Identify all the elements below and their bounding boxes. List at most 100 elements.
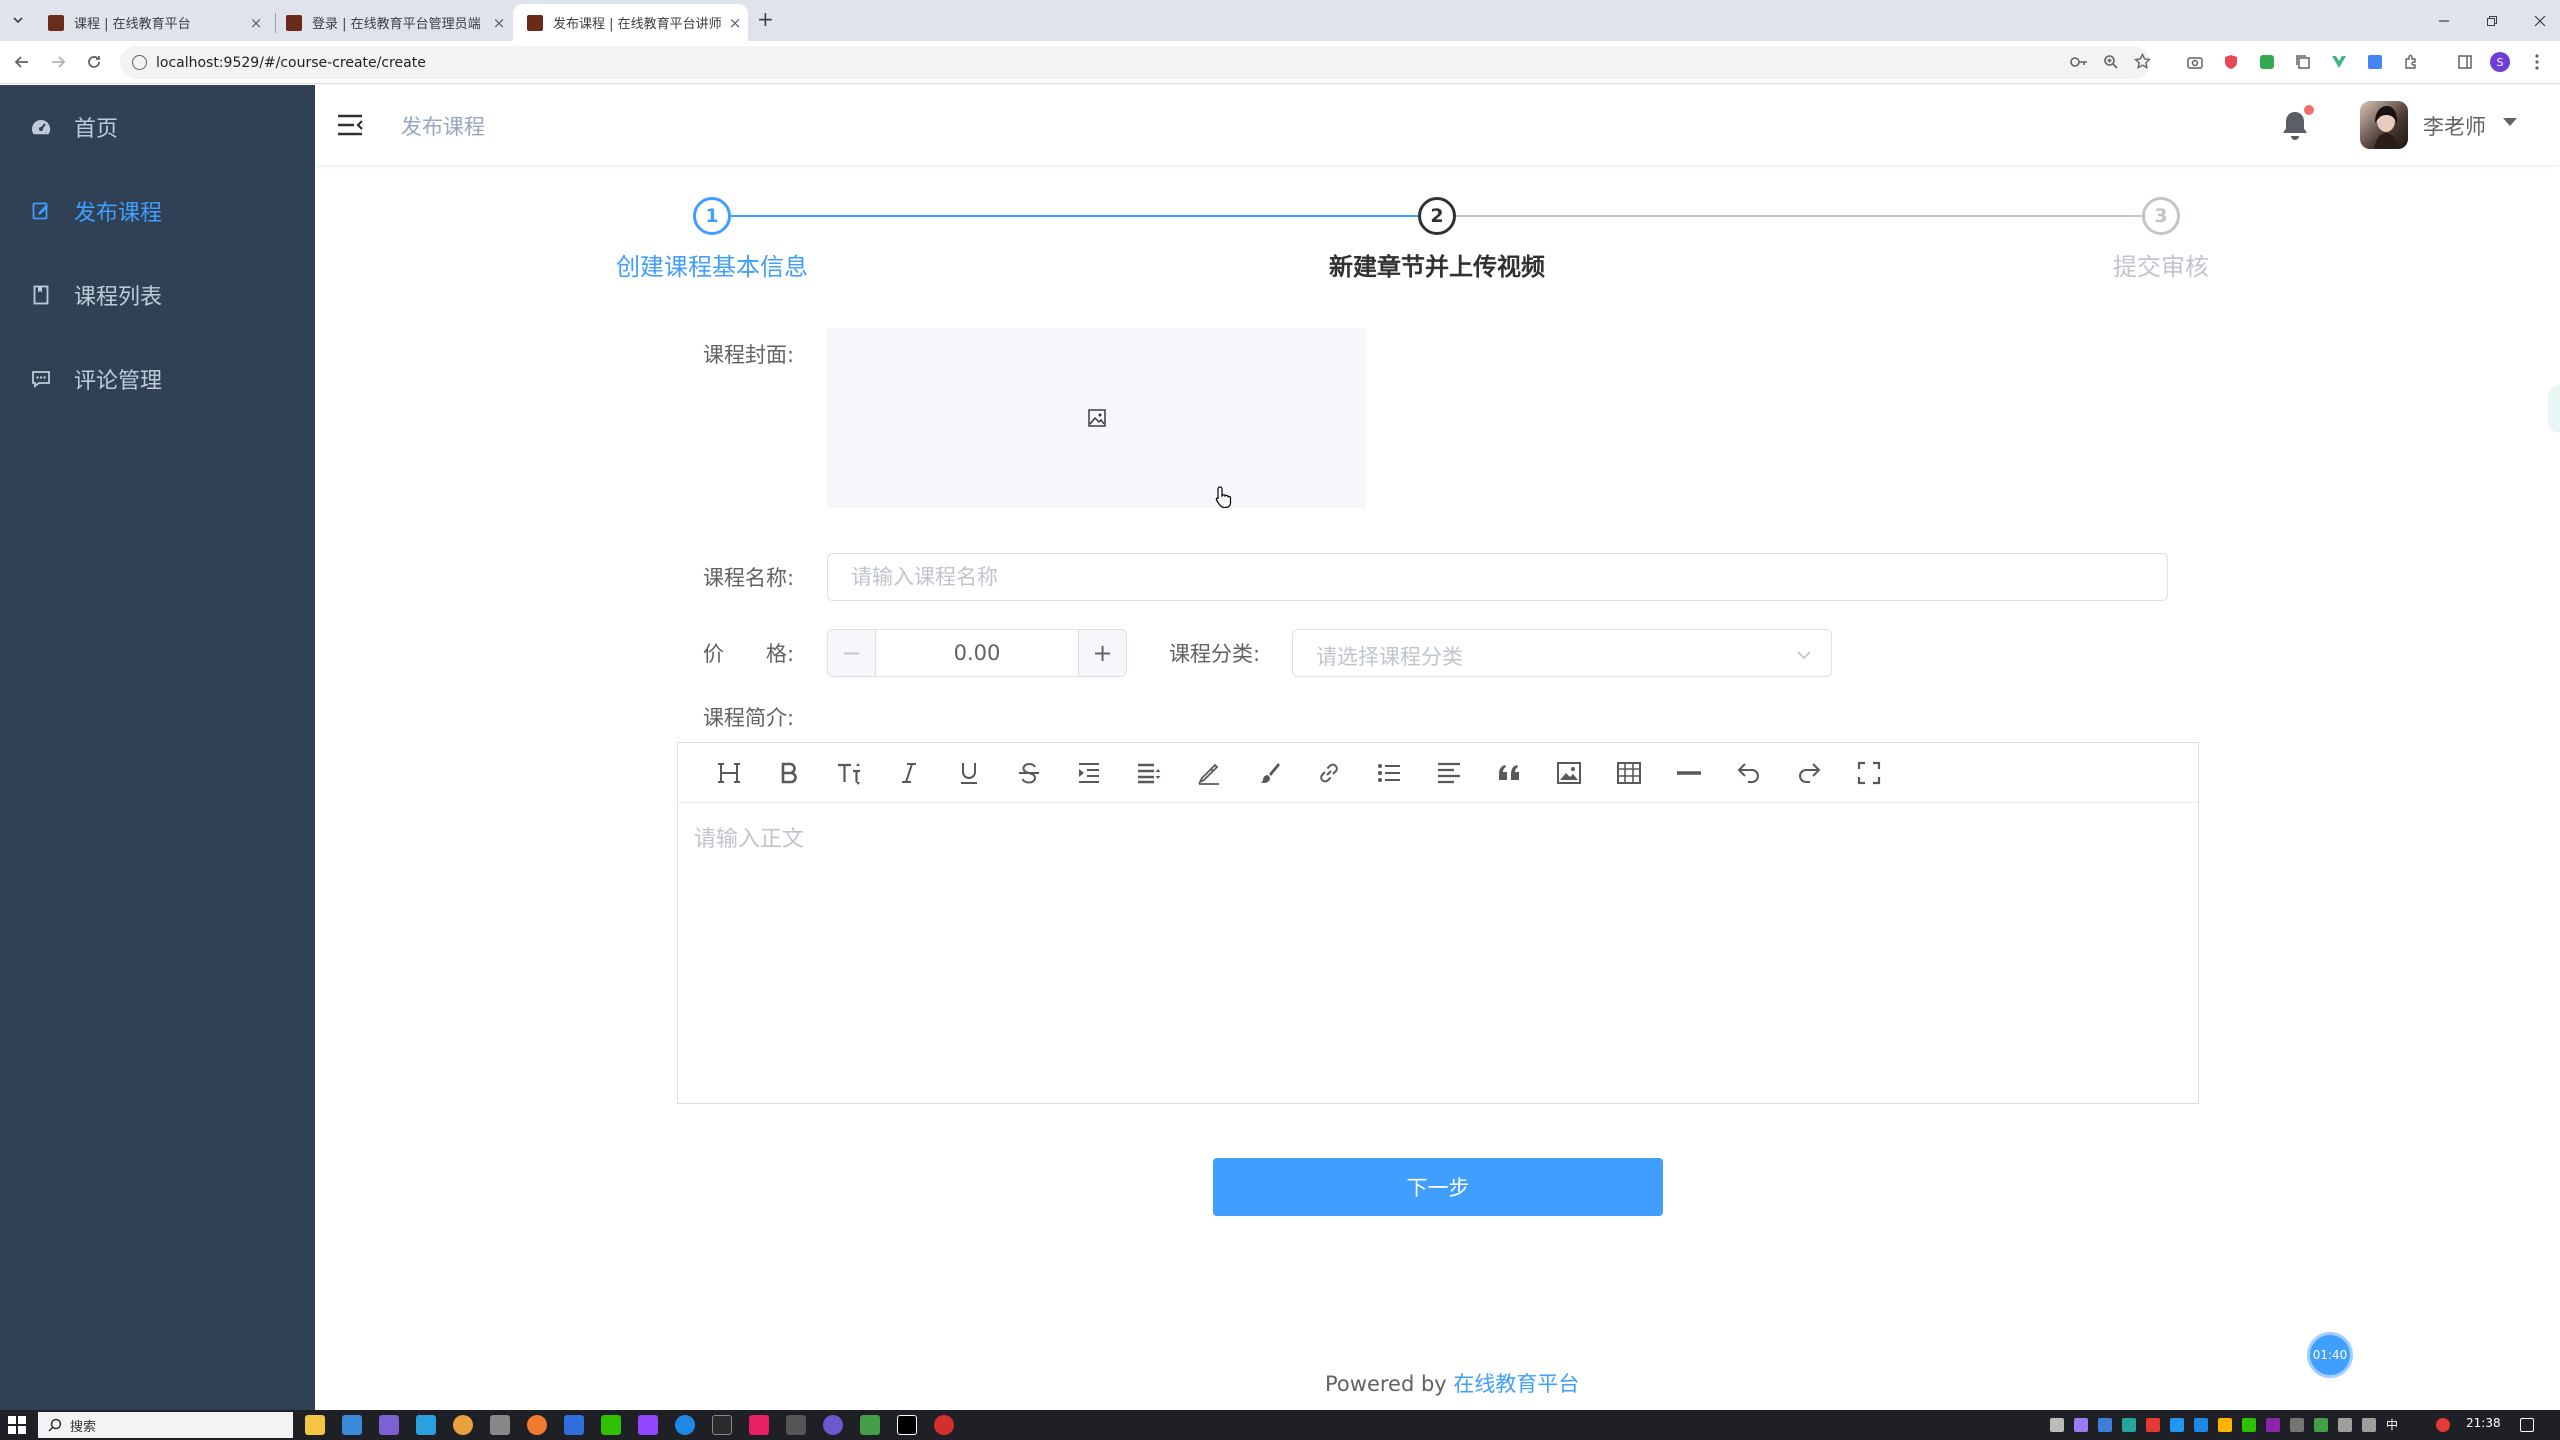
app-icon[interactable] xyxy=(823,1415,843,1435)
tab-close-icon[interactable]: × xyxy=(243,14,269,32)
green-extension-icon[interactable] xyxy=(2257,52,2277,72)
timer-badge[interactable]: 01:40 xyxy=(2307,1332,2353,1378)
font-color-icon[interactable] xyxy=(1179,753,1239,793)
tray-icon[interactable] xyxy=(2266,1418,2280,1432)
image-icon[interactable] xyxy=(1539,753,1599,793)
intellij-icon[interactable] xyxy=(897,1415,917,1435)
app-icon[interactable] xyxy=(416,1415,436,1435)
bold-icon[interactable] xyxy=(759,753,819,793)
file-explorer-icon[interactable] xyxy=(305,1415,325,1435)
app-icon[interactable] xyxy=(786,1415,806,1435)
wechat-icon[interactable] xyxy=(601,1415,621,1435)
tab-close-icon[interactable]: × xyxy=(722,14,748,32)
app-icon[interactable] xyxy=(749,1415,769,1435)
app-icon[interactable] xyxy=(934,1415,954,1435)
forward-icon[interactable] xyxy=(46,50,70,74)
app-icon[interactable] xyxy=(712,1415,732,1435)
footer-link[interactable]: 在线教育平台 xyxy=(1453,1372,1579,1396)
next-step-button[interactable]: 下一步 xyxy=(1213,1158,1663,1216)
notification-bell-icon[interactable] xyxy=(2280,105,2314,143)
zoom-icon[interactable] xyxy=(2103,54,2119,70)
translate-extension-icon[interactable] xyxy=(2365,52,2385,72)
indent-icon[interactable] xyxy=(1059,753,1119,793)
tray-icon[interactable] xyxy=(2218,1418,2232,1432)
sogou-ime-icon[interactable] xyxy=(2436,1418,2450,1432)
reload-icon[interactable] xyxy=(82,50,106,74)
sidebar-toggle-icon[interactable] xyxy=(337,112,363,138)
table-icon[interactable] xyxy=(1599,753,1659,793)
price-increase-button[interactable]: + xyxy=(1078,630,1126,676)
app-icon[interactable] xyxy=(860,1415,880,1435)
copy-extension-icon[interactable] xyxy=(2293,52,2313,72)
app-icon[interactable] xyxy=(564,1415,584,1435)
address-bar[interactable]: localhost:9529/#/course-create/create xyxy=(120,46,2151,79)
price-stepper[interactable]: − 0.00 + xyxy=(827,629,1127,677)
close-window-icon[interactable] xyxy=(2512,0,2560,41)
network-icon[interactable] xyxy=(2338,1418,2352,1432)
browser-tab[interactable]: 登录 | 在线教育平台管理员端 × xyxy=(272,4,512,41)
back-icon[interactable] xyxy=(10,50,34,74)
align-icon[interactable] xyxy=(1419,753,1479,793)
browser-tab[interactable]: 课程 | 在线教育平台 × xyxy=(34,4,269,41)
tray-icon[interactable] xyxy=(2122,1418,2136,1432)
app-icon[interactable] xyxy=(638,1415,658,1435)
chrome-icon[interactable] xyxy=(453,1415,473,1435)
fullscreen-icon[interactable] xyxy=(1839,753,1899,793)
screenshot-extension-icon[interactable] xyxy=(2185,52,2205,72)
category-select[interactable]: 请选择课程分类 xyxy=(1292,629,1832,677)
extensions-puzzle-icon[interactable] xyxy=(2401,52,2421,72)
avatar[interactable] xyxy=(2360,101,2408,149)
line-height-icon[interactable] xyxy=(1119,753,1179,793)
strikethrough-icon[interactable] xyxy=(999,753,1059,793)
link-icon[interactable] xyxy=(1299,753,1359,793)
settings-icon[interactable] xyxy=(490,1415,510,1435)
bookmark-star-icon[interactable] xyxy=(2134,53,2151,70)
ime-indicator[interactable]: 中 xyxy=(2386,1416,2398,1433)
password-key-icon[interactable] xyxy=(2070,55,2088,69)
notification-center-icon[interactable] xyxy=(2520,1418,2534,1432)
tray-icon[interactable] xyxy=(2146,1418,2160,1432)
tray-icon[interactable] xyxy=(2098,1418,2112,1432)
browser-tab-active[interactable]: 发布课程 | 在线教育平台讲师端 × xyxy=(513,4,748,41)
app-icon[interactable] xyxy=(675,1415,695,1435)
vue-devtools-icon[interactable] xyxy=(2329,52,2349,72)
tray-icon[interactable] xyxy=(2314,1418,2328,1432)
heading-icon[interactable] xyxy=(699,753,759,793)
wechat-tray-icon[interactable] xyxy=(2242,1418,2256,1432)
bulleted-list-icon[interactable] xyxy=(1359,753,1419,793)
price-value[interactable]: 0.00 xyxy=(876,641,1078,665)
divider-icon[interactable] xyxy=(1659,753,1719,793)
course-name-input[interactable] xyxy=(827,553,2168,601)
font-size-icon[interactable] xyxy=(819,753,879,793)
site-info-icon[interactable] xyxy=(132,55,147,70)
tray-icon[interactable] xyxy=(2290,1418,2304,1432)
new-tab-button[interactable]: + xyxy=(757,7,774,31)
taskbar-search[interactable]: 搜索 xyxy=(38,1412,293,1438)
sidebar-item-home[interactable]: 首页 xyxy=(0,85,315,169)
sidebar-item-publish-course[interactable]: 发布课程 xyxy=(0,169,315,253)
redo-icon[interactable] xyxy=(1779,753,1839,793)
tab-close-icon[interactable]: × xyxy=(486,14,512,32)
sidebar-item-comments[interactable]: 评论管理 xyxy=(0,337,315,421)
shield-extension-icon[interactable] xyxy=(2221,52,2241,72)
username[interactable]: 李老师 xyxy=(2423,111,2486,141)
underline-icon[interactable] xyxy=(939,753,999,793)
side-panel-icon[interactable] xyxy=(2455,52,2475,72)
cover-upload[interactable] xyxy=(827,328,1366,508)
sidebar-item-course-list[interactable]: 课程列表 xyxy=(0,253,315,337)
tab-search-icon[interactable] xyxy=(8,10,28,30)
italic-icon[interactable] xyxy=(879,753,939,793)
price-decrease-button[interactable]: − xyxy=(828,630,876,676)
browser-menu-icon[interactable] xyxy=(2527,52,2547,72)
windows-start-icon[interactable] xyxy=(8,1416,26,1434)
editor-placeholder[interactable]: 请输入正文 xyxy=(694,821,804,853)
undo-icon[interactable] xyxy=(1719,753,1779,793)
quote-icon[interactable] xyxy=(1479,753,1539,793)
edge-floating-tab[interactable] xyxy=(2548,385,2560,433)
tray-icon[interactable] xyxy=(2074,1418,2088,1432)
firefox-icon[interactable] xyxy=(527,1415,547,1435)
tray-icon[interactable] xyxy=(2194,1418,2208,1432)
app-icon[interactable] xyxy=(379,1415,399,1435)
taskbar-clock[interactable]: 21:38 xyxy=(2466,1416,2501,1430)
profile-avatar[interactable]: S xyxy=(2490,52,2510,72)
